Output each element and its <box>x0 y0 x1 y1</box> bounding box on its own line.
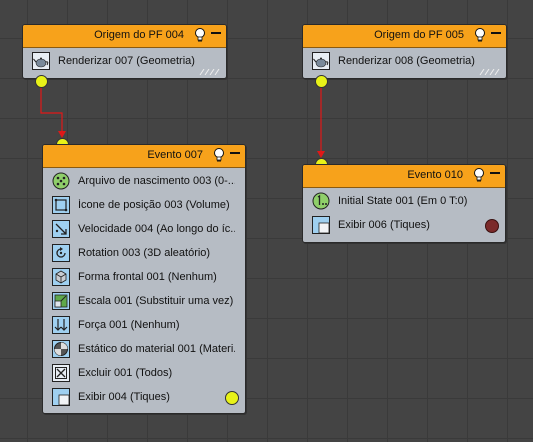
display-icon <box>52 388 70 406</box>
collapse-icon[interactable] <box>490 28 502 38</box>
display-color-swatch[interactable] <box>485 219 499 233</box>
wire-arrow-ev010 <box>317 151 325 158</box>
node-header[interactable]: Origem do PF 004 <box>23 25 226 48</box>
shape-facing-icon <box>52 268 70 286</box>
lightbulb-icon[interactable] <box>213 148 225 162</box>
collapse-icon[interactable] <box>210 28 222 38</box>
node-title: Evento 010 <box>407 169 463 181</box>
scale-icon <box>52 292 70 310</box>
initial-state-icon <box>312 192 330 210</box>
operator-row[interactable]: Arquivo de nascimento 003 (0-... <box>52 172 237 192</box>
position-icon <box>52 196 70 214</box>
resize-grip-icon[interactable] <box>198 69 222 75</box>
operator-label: Exibir 004 (Tiques) <box>78 391 170 403</box>
lightbulb-icon[interactable] <box>194 28 206 42</box>
operator-label: Escala 001 (Substituir uma vez) <box>78 295 234 307</box>
node-header[interactable]: Evento 007 <box>43 145 245 168</box>
node-title: Evento 007 <box>147 149 203 161</box>
operator-row[interactable]: Renderizar 007 (Geometria) <box>32 52 218 72</box>
teapot-icon <box>312 52 330 70</box>
node-evento-007[interactable]: Evento 007 Arquivo de nascimento 003 (0-… <box>42 144 246 414</box>
operator-label: Velocidade 004 (Ao longo do íc... <box>78 223 235 235</box>
node-pf004[interactable]: Origem do PF 004 Renderizar 007 (Geometr… <box>22 24 227 79</box>
node-header[interactable]: Evento 010 <box>303 165 505 188</box>
operator-label: Initial State 001 (Em 0 T:0) <box>338 195 468 207</box>
collapse-icon[interactable] <box>229 148 241 158</box>
display-icon <box>312 216 330 234</box>
material-static-icon <box>52 340 70 358</box>
operator-label: Arquivo de nascimento 003 (0-... <box>78 175 235 187</box>
operator-label: Força 001 (Nenhum) <box>78 319 180 331</box>
birth-file-icon <box>52 172 70 190</box>
operator-label: Renderizar 008 (Geometria) <box>338 55 475 67</box>
wire-pf004-ev007 <box>40 81 63 136</box>
operator-row[interactable]: Forma frontal 001 (Nenhum) <box>52 268 237 288</box>
operator-row[interactable]: Ícone de posição 003 (Volume) <box>52 196 237 216</box>
node-title: Origem do PF 005 <box>374 29 464 41</box>
wire-arrow-ev007 <box>58 131 66 138</box>
operator-row[interactable]: Excluir 001 (Todos) <box>52 364 237 384</box>
operator-row[interactable]: Escala 001 (Substituir uma vez) <box>52 292 237 312</box>
operator-row[interactable]: Estático do material 001 (Materi... <box>52 340 237 360</box>
operator-row[interactable]: Exibir 006 (Tiques) <box>312 216 497 236</box>
operator-row[interactable]: Exibir 004 (Tiques) <box>52 388 237 408</box>
node-evento-010[interactable]: Evento 010 Initial State 001 (Em 0 T:0) … <box>302 164 506 243</box>
output-socket[interactable] <box>225 391 239 405</box>
rotation-icon <box>52 244 70 262</box>
operator-row[interactable]: Rotation 003 (3D aleatório) <box>52 244 237 264</box>
operator-row[interactable]: Velocidade 004 (Ao longo do íc... <box>52 220 237 240</box>
operator-label: Rotation 003 (3D aleatório) <box>78 247 211 259</box>
operator-label: Estático do material 001 (Materi... <box>78 343 235 355</box>
output-socket[interactable] <box>315 75 328 88</box>
output-socket[interactable] <box>35 75 48 88</box>
lightbulb-icon[interactable] <box>473 168 485 182</box>
delete-icon <box>52 364 70 382</box>
collapse-icon[interactable] <box>489 168 501 178</box>
teapot-icon <box>32 52 50 70</box>
operator-label: Renderizar 007 (Geometria) <box>58 55 195 67</box>
speed-icon <box>52 220 70 238</box>
force-icon <box>52 316 70 334</box>
operator-label: Exibir 006 (Tiques) <box>338 219 430 231</box>
resize-grip-icon[interactable] <box>478 69 502 75</box>
operator-row[interactable]: Renderizar 008 (Geometria) <box>312 52 498 72</box>
node-pf005[interactable]: Origem do PF 005 Renderizar 008 (Geometr… <box>302 24 507 79</box>
operator-row[interactable]: Initial State 001 (Em 0 T:0) <box>312 192 497 212</box>
node-title: Origem do PF 004 <box>94 29 184 41</box>
lightbulb-icon[interactable] <box>474 28 486 42</box>
node-header[interactable]: Origem do PF 005 <box>303 25 506 48</box>
operator-label: Forma frontal 001 (Nenhum) <box>78 271 217 283</box>
operator-row[interactable]: Força 001 (Nenhum) <box>52 316 237 336</box>
operator-label: Ícone de posição 003 (Volume) <box>78 199 230 211</box>
operator-label: Excluir 001 (Todos) <box>78 367 173 379</box>
